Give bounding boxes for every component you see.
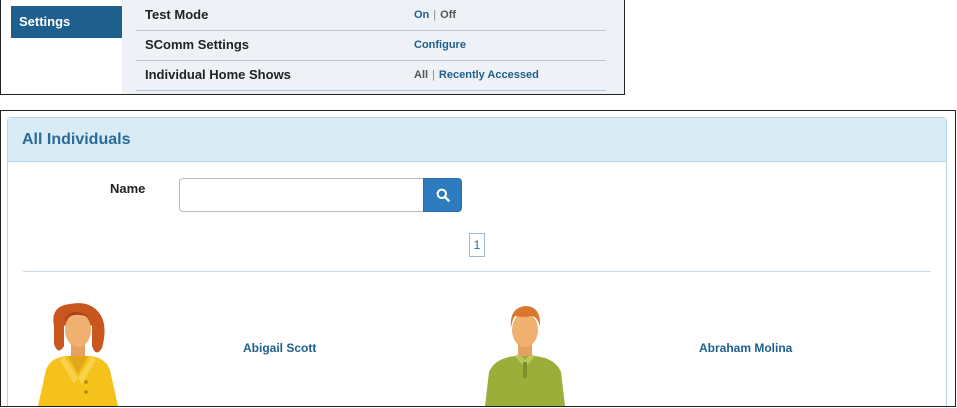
search-icon <box>436 188 450 202</box>
person-name-link[interactable]: Abigail Scott <box>243 341 316 355</box>
individuals-panel: All Individuals Name 1 Abigail Scott Abr… <box>0 110 956 407</box>
settings-tab[interactable]: Settings <box>11 6 122 38</box>
female-avatar-icon <box>38 303 118 406</box>
settings-content: Test Mode On | Off SComm Settings Configur… <box>122 0 624 94</box>
settings-panel: Settings Test Mode On | Off SComm Settings… <box>0 0 625 95</box>
settings-row-home-shows: Individual Home Shows All | Recently Acces… <box>136 60 606 91</box>
all-link[interactable]: All <box>414 69 428 81</box>
settings-row-test-mode: Test Mode On | Off <box>136 0 606 31</box>
person-name-link[interactable]: Abraham Molina <box>699 341 792 355</box>
scomm-settings-label: SComm Settings <box>145 37 250 52</box>
test-mode-options: On | Off <box>414 9 456 21</box>
pagination-page-1[interactable]: 1 <box>469 233 485 257</box>
name-label: Name <box>110 181 146 196</box>
separator: | <box>432 69 435 81</box>
divider <box>23 271 931 272</box>
configure-link[interactable]: Configure <box>414 39 466 51</box>
test-mode-off-link[interactable]: Off <box>440 9 456 21</box>
scomm-options: Configure <box>414 39 466 51</box>
home-shows-options: All | Recently Accessed <box>414 69 539 81</box>
settings-row-scomm: SComm Settings Configure <box>136 30 606 61</box>
recently-accessed-link[interactable]: Recently Accessed <box>439 69 539 81</box>
test-mode-label: Test Mode <box>145 7 209 22</box>
male-avatar-icon <box>485 306 565 406</box>
search-button[interactable] <box>423 178 462 212</box>
separator: | <box>433 9 437 21</box>
test-mode-on-link[interactable]: On <box>414 9 429 21</box>
individuals-box: All Individuals Name 1 Abigail Scott Abr… <box>7 117 947 406</box>
home-shows-label: Individual Home Shows <box>145 67 291 82</box>
name-search-input[interactable] <box>179 178 424 212</box>
panel-title: All Individuals <box>8 118 946 162</box>
